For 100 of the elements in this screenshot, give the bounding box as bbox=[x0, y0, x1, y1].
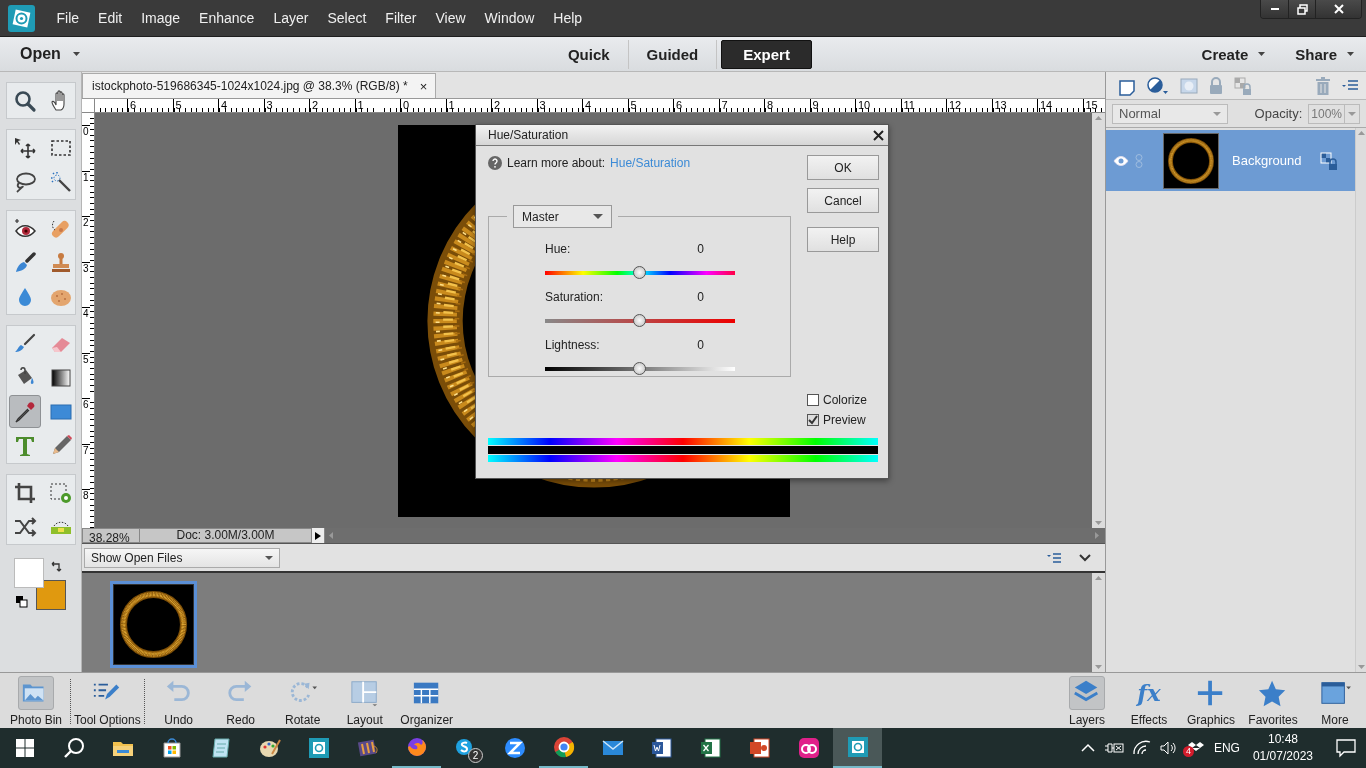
ruler-number: 3 bbox=[536, 99, 582, 112]
ruler-number: 5 bbox=[627, 99, 673, 112]
menu-item[interactable]: Edit bbox=[88, 10, 132, 26]
panel-button[interactable]: Tool Options bbox=[74, 673, 141, 728]
minimize-button[interactable] bbox=[1261, 0, 1288, 18]
help-icon bbox=[488, 156, 502, 170]
windows-icon bbox=[14, 738, 35, 758]
panel-button[interactable]: Graphics bbox=[1180, 673, 1242, 728]
foreground-color-swatch[interactable] bbox=[13, 558, 44, 588]
mask-icon bbox=[1180, 77, 1198, 94]
help-text: Learn more about: bbox=[507, 156, 606, 170]
recompose-icon bbox=[48, 480, 73, 505]
slider-label: Saturation: bbox=[545, 290, 604, 306]
channel-dropdown[interactable]: Master bbox=[513, 205, 612, 228]
restore-button[interactable] bbox=[1288, 0, 1315, 18]
checkbox-label: Colorize bbox=[823, 393, 867, 407]
menu-item[interactable]: Layer bbox=[263, 10, 318, 26]
dialog-button[interactable]: Help bbox=[807, 227, 879, 252]
panel-button[interactable]: Undo bbox=[147, 673, 210, 728]
menu-item[interactable]: File bbox=[47, 10, 89, 26]
panel-button[interactable]: fx Effects bbox=[1118, 673, 1180, 728]
document-tab[interactable]: istockphoto-519686345-1024x1024.jpg @ 38.3% (RGB/8) * × bbox=[82, 73, 437, 98]
mode-tab[interactable]: Guided bbox=[628, 39, 718, 69]
ruler-number: 5 bbox=[82, 352, 90, 398]
panel-button[interactable]: Organizer bbox=[395, 673, 458, 728]
mode-tab[interactable]: Expert bbox=[721, 39, 812, 69]
menu-item[interactable]: Filter bbox=[375, 10, 426, 26]
panel-menu-icon bbox=[1342, 79, 1358, 92]
checkbox[interactable] bbox=[807, 394, 819, 406]
scroll-up-icon bbox=[1357, 131, 1365, 135]
ruler-number: 10 bbox=[855, 99, 901, 112]
menu-item[interactable]: Image bbox=[131, 10, 190, 26]
video-call-icon bbox=[502, 736, 527, 760]
taskbar-app[interactable]: 2 bbox=[441, 728, 490, 768]
slider-thumb[interactable] bbox=[633, 314, 646, 327]
dialog-button[interactable]: Cancel bbox=[807, 188, 879, 213]
menu-item[interactable]: Select bbox=[317, 10, 376, 26]
checkbox-label: Preview bbox=[823, 413, 866, 427]
close-tab-button[interactable]: × bbox=[419, 78, 428, 94]
ruler-number: 0 bbox=[400, 99, 446, 112]
search-icon bbox=[12, 88, 37, 113]
slider-thumb[interactable] bbox=[633, 266, 646, 279]
mode-tab[interactable]: Quick bbox=[549, 39, 629, 69]
shuffle-icon bbox=[12, 514, 37, 539]
taskbar-app[interactable] bbox=[833, 728, 882, 768]
opacity-label: Opacity: bbox=[1254, 106, 1303, 121]
panel-button[interactable]: Favorites bbox=[1242, 673, 1304, 728]
blend-mode-dropdown[interactable]: Normal bbox=[1112, 103, 1228, 124]
menu-button[interactable]: Share bbox=[1295, 45, 1354, 63]
tool-button[interactable] bbox=[8, 395, 41, 428]
slider-thumb[interactable] bbox=[633, 362, 646, 375]
layer-name: Background bbox=[1232, 153, 1303, 168]
menu-item[interactable]: Window bbox=[475, 10, 544, 26]
cloud-app-icon bbox=[796, 736, 821, 760]
play-icon bbox=[315, 531, 321, 540]
panel-button[interactable]: Rotate bbox=[271, 673, 334, 728]
dialog-button[interactable]: OK bbox=[807, 155, 879, 180]
panel-button[interactable]: Photo Bin bbox=[5, 673, 67, 728]
trash-icon bbox=[1315, 76, 1331, 95]
menu-item[interactable]: Help bbox=[543, 10, 592, 26]
background-color-swatch[interactable] bbox=[35, 580, 66, 610]
lock-transparency-icon bbox=[1234, 76, 1252, 95]
menu-button[interactable]: Create bbox=[1201, 45, 1266, 63]
slides-icon bbox=[747, 736, 772, 760]
close-button[interactable] bbox=[873, 129, 884, 141]
language-indicator[interactable]: ENG bbox=[1213, 741, 1240, 755]
show-files-dropdown[interactable]: Show Open Files bbox=[84, 547, 280, 568]
menu-item[interactable]: Enhance bbox=[189, 10, 264, 26]
open-button[interactable]: Open bbox=[20, 45, 61, 63]
adjustment-layer-icon bbox=[1147, 76, 1169, 95]
ruler-number: 0 bbox=[82, 125, 90, 171]
slider-value: 0 bbox=[697, 290, 704, 306]
menu-item[interactable]: View bbox=[425, 10, 476, 26]
ruler-number: 4 bbox=[82, 307, 90, 353]
wifi-icon bbox=[1132, 741, 1151, 755]
clock[interactable]: 10:48 01/07/2023 bbox=[1252, 731, 1313, 765]
ruler-number: 3 bbox=[82, 261, 90, 307]
panel-button[interactable]: Redo bbox=[209, 673, 272, 728]
slider-value: 0 bbox=[697, 242, 704, 258]
browser-icon bbox=[551, 735, 576, 759]
app-logo-icon bbox=[845, 735, 870, 759]
ruler-number: 1 bbox=[82, 170, 90, 216]
caret-icon bbox=[1213, 111, 1221, 116]
caret-icon bbox=[265, 555, 273, 560]
close-icon bbox=[873, 129, 884, 141]
layout-icon bbox=[349, 678, 380, 708]
close-button[interactable] bbox=[1315, 0, 1361, 18]
move-icon bbox=[12, 135, 37, 160]
slider-label: Hue: bbox=[545, 242, 571, 258]
panel-button[interactable]: Layout bbox=[333, 673, 396, 728]
checkbox[interactable] bbox=[807, 414, 819, 426]
scroll-down-icon bbox=[1095, 521, 1102, 525]
scroll-down-icon bbox=[1357, 665, 1365, 669]
panel-button[interactable]: More bbox=[1304, 673, 1366, 728]
opacity-field[interactable]: 100% bbox=[1308, 103, 1360, 124]
slider-label: Lightness: bbox=[545, 338, 600, 354]
chevron-up-icon bbox=[1080, 744, 1095, 752]
notification-badge: 4 bbox=[1182, 746, 1194, 757]
slider-value: 0 bbox=[697, 338, 704, 354]
panel-button[interactable]: Layers bbox=[1056, 673, 1118, 728]
